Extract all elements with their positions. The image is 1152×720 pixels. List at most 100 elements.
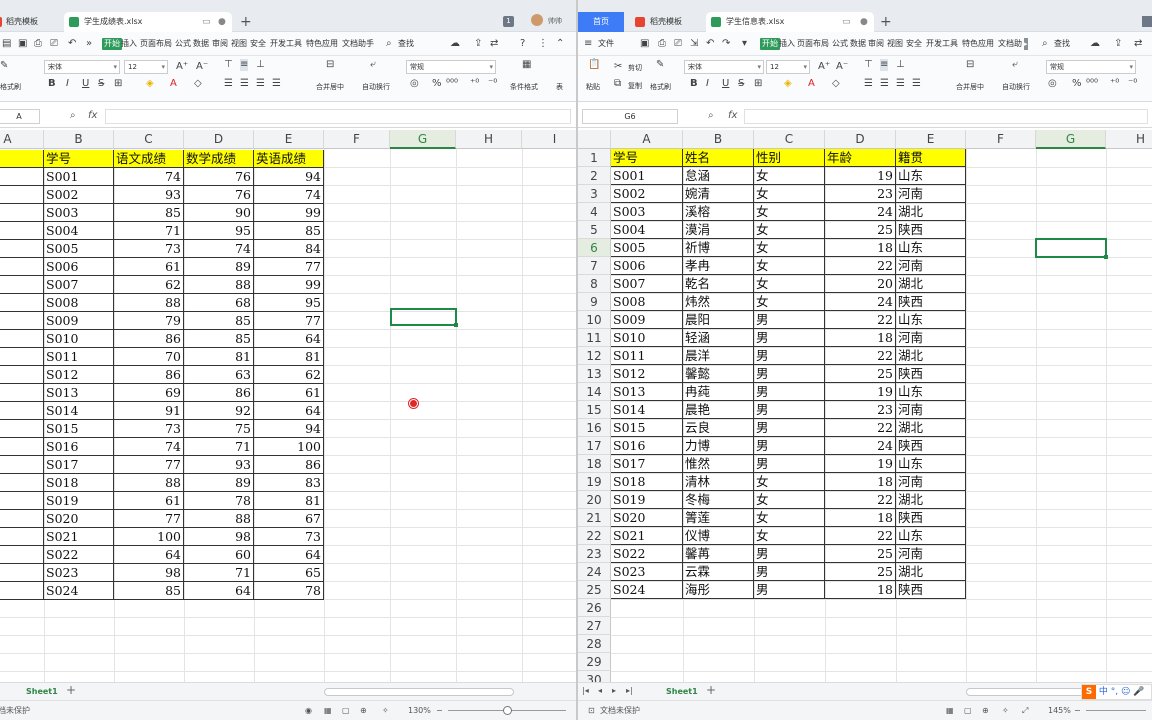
gender-cell[interactable]: 女 — [754, 221, 825, 239]
score-cell[interactable]: 73 — [254, 528, 324, 546]
thousands-icon[interactable]: ⁰⁰⁰ — [1086, 78, 1098, 90]
score-cell[interactable]: 68 — [184, 294, 254, 312]
age-cell[interactable]: 19 — [825, 383, 896, 401]
row-header[interactable]: 27 — [578, 617, 611, 635]
score-cell[interactable]: 65 — [254, 564, 324, 582]
hometown-cell[interactable]: 湖北 — [896, 491, 966, 509]
hometown-cell[interactable]: 陕西 — [896, 365, 966, 383]
hometown-cell[interactable]: 山东 — [896, 311, 966, 329]
score-cell[interactable]: 71 — [184, 564, 254, 582]
column-header-b[interactable]: B — [44, 130, 114, 149]
header-cell[interactable]: 姓名 — [683, 149, 754, 167]
column-header-b[interactable]: B — [683, 130, 754, 149]
score-cell[interactable]: 63 — [184, 366, 254, 384]
search-icon[interactable]: ⌕ — [1042, 38, 1048, 50]
student-id-cell[interactable]: S010 — [44, 330, 114, 348]
column-header-h[interactable]: H — [456, 130, 522, 149]
align-center-icon[interactable]: ☰ — [880, 78, 889, 90]
student-id-cell[interactable]: S002 — [44, 186, 114, 204]
student-id-cell[interactable]: S013 — [44, 384, 114, 402]
age-cell[interactable]: 22 — [825, 311, 896, 329]
row-header[interactable]: 22 — [578, 527, 611, 545]
gender-cell[interactable]: 男 — [754, 581, 825, 599]
increase-font-icon[interactable]: A⁺ — [176, 61, 188, 73]
score-cell[interactable]: 88 — [184, 510, 254, 528]
sheet-tab[interactable]: Sheet1 — [666, 685, 698, 699]
cell-a[interactable] — [0, 222, 44, 240]
wrap-icon[interactable]: ⤶ — [1012, 59, 1018, 71]
print-icon[interactable]: ⎙ — [34, 38, 42, 50]
format-painter-label[interactable]: 格式刷 — [650, 82, 671, 92]
underline-icon[interactable]: U — [722, 78, 729, 90]
row-header[interactable]: 4 — [578, 203, 611, 221]
scroll-right-icon[interactable]: ▸ — [1024, 38, 1028, 50]
cell-a[interactable] — [0, 204, 44, 222]
decrease-decimal-icon[interactable]: ⁻⁰ — [488, 78, 497, 90]
row-header[interactable]: 19 — [578, 473, 611, 491]
left-spreadsheet-grid[interactable]: A B C D E F G H I 学号 语文成绩 数学成绩 英语成绩 S001 74 76 94 S002 93 7… — [0, 130, 576, 682]
hometown-cell[interactable]: 陕西 — [896, 509, 966, 527]
name-cell[interactable]: 仪博 — [683, 527, 754, 545]
student-id-cell[interactable]: S003 — [611, 203, 683, 221]
gender-cell[interactable]: 男 — [754, 383, 825, 401]
student-id-cell[interactable]: S005 — [611, 239, 683, 257]
more-icon[interactable]: ▾ — [742, 38, 747, 50]
score-cell[interactable]: 88 — [114, 294, 184, 312]
cell-a[interactable] — [0, 312, 44, 330]
cut-label[interactable]: 剪切 — [628, 63, 642, 73]
menu-security[interactable]: 安全 — [250, 38, 266, 50]
name-cell[interactable]: 海彤 — [683, 581, 754, 599]
score-cell[interactable]: 85 — [254, 222, 324, 240]
column-header-e[interactable]: E — [896, 130, 966, 149]
column-header-d[interactable]: D — [184, 130, 254, 149]
row-header[interactable]: 14 — [578, 383, 611, 401]
row-header[interactable]: 8 — [578, 275, 611, 293]
wrap-label[interactable]: 自动换行 — [362, 82, 390, 92]
gender-cell[interactable]: 女 — [754, 527, 825, 545]
age-cell[interactable]: 24 — [825, 437, 896, 455]
row-header[interactable]: 13 — [578, 365, 611, 383]
column-header-c[interactable]: C — [754, 130, 825, 149]
tab-pin-icon[interactable]: ▭ — [842, 12, 851, 32]
close-icon[interactable]: ● — [860, 12, 868, 32]
formula-input[interactable] — [105, 109, 571, 124]
gender-cell[interactable]: 女 — [754, 275, 825, 293]
score-cell[interactable]: 77 — [254, 312, 324, 330]
row-header[interactable]: 1 — [578, 149, 611, 167]
strikethrough-icon[interactable]: S̶ — [98, 78, 104, 90]
name-box[interactable]: G6 — [582, 109, 678, 124]
student-id-cell[interactable]: S015 — [611, 419, 683, 437]
selected-cell[interactable] — [390, 308, 458, 327]
percent-icon[interactable]: % — [432, 78, 442, 90]
student-id-cell[interactable]: S018 — [611, 473, 683, 491]
tab-student-scores[interactable]: 学生成绩表.xlsx ▭ ● — [64, 12, 232, 32]
score-cell[interactable]: 99 — [254, 204, 324, 222]
age-cell[interactable]: 25 — [825, 221, 896, 239]
header-cell[interactable]: 籍贯 — [896, 149, 966, 167]
cell-a[interactable] — [0, 240, 44, 258]
clear-icon[interactable]: ◇ — [832, 78, 840, 90]
student-id-cell[interactable]: S016 — [611, 437, 683, 455]
gender-cell[interactable]: 男 — [754, 419, 825, 437]
age-cell[interactable]: 24 — [825, 203, 896, 221]
fill-color-icon[interactable]: ◈ — [146, 78, 154, 90]
name-cell[interactable]: 轻涵 — [683, 329, 754, 347]
name-cell[interactable]: 冬梅 — [683, 491, 754, 509]
gender-cell[interactable]: 男 — [754, 311, 825, 329]
score-cell[interactable]: 85 — [184, 312, 254, 330]
student-id-cell[interactable]: S001 — [611, 167, 683, 185]
row-header[interactable]: 10 — [578, 311, 611, 329]
selected-cell-g6[interactable] — [1035, 238, 1108, 259]
name-cell[interactable]: 清林 — [683, 473, 754, 491]
name-cell[interactable]: 祈博 — [683, 239, 754, 257]
gender-cell[interactable]: 男 — [754, 365, 825, 383]
cell-a[interactable] — [0, 492, 44, 510]
student-id-cell[interactable]: S021 — [44, 528, 114, 546]
format-painter-icon[interactable]: ✎ — [656, 59, 664, 71]
font-color-icon[interactable]: A — [808, 78, 815, 90]
hometown-cell[interactable]: 湖北 — [896, 563, 966, 581]
thousands-icon[interactable]: ⁰⁰⁰ — [446, 78, 458, 90]
menu-icon[interactable]: ▤ — [2, 38, 11, 50]
score-cell[interactable]: 62 — [114, 276, 184, 294]
menu-insert[interactable]: 插入 — [779, 38, 795, 50]
